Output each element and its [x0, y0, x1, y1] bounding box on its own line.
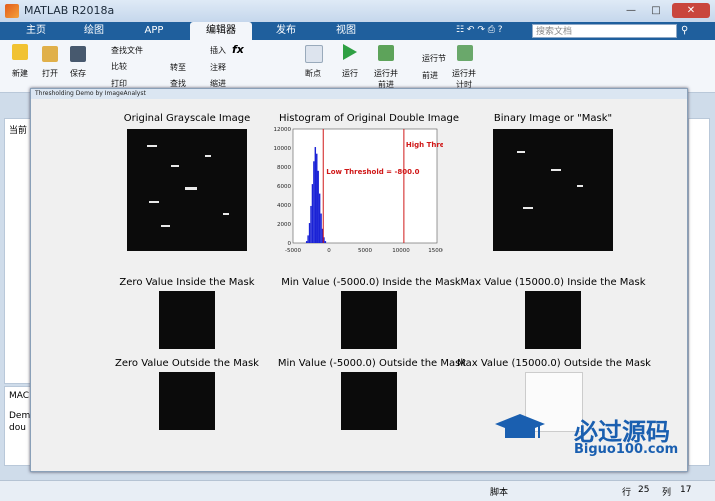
y-tick-label: 2000 [277, 222, 291, 228]
right-side-panel [688, 118, 710, 466]
low-threshold-label: Low Threshold = -800.0 [326, 168, 419, 176]
y-tick-label: 8000 [277, 165, 291, 171]
hist-bar [307, 235, 309, 243]
zero-outside-mask-image [159, 372, 215, 430]
matlab-logo-icon [5, 4, 19, 18]
hist-bar [320, 213, 322, 243]
min-out-title: Min Value (-5000.0) Outside the Mask [277, 358, 467, 369]
x-tick-label: 0 [327, 248, 331, 254]
histogram-chart: -500005000100001500002000400060008000100… [274, 127, 444, 254]
max-inside-mask-image [525, 291, 581, 349]
y-tick-label: 4000 [277, 203, 291, 209]
min-outside-mask-image [341, 372, 397, 430]
window-titlebar: MATLAB R2018a — □ ✕ [0, 0, 715, 23]
hist-bar [310, 205, 312, 243]
original-grayscale-image [127, 129, 247, 251]
save-button[interactable]: 保存 [70, 68, 86, 79]
find-files-button[interactable]: 查找文件 [111, 45, 143, 56]
run-advance-button[interactable]: 运行并 前进 [374, 68, 398, 90]
status-mode: 脚本 [490, 488, 509, 498]
status-bar: 脚本 行 25 列 17 [0, 480, 715, 501]
tab-apps[interactable]: APP [130, 22, 178, 40]
zero-out-title: Zero Value Outside the Mask [115, 358, 259, 369]
hist-bar [318, 193, 321, 243]
hist-bar [305, 241, 308, 243]
new-button[interactable]: 新建 [12, 68, 28, 79]
run-advance-icon [378, 45, 394, 61]
search-icon[interactable]: ⚲ [681, 25, 693, 37]
max-in-title: Max Value (15000.0) Inside the Mask [460, 277, 646, 288]
tab-home[interactable]: 主页 [12, 22, 60, 40]
save-icon [70, 46, 86, 62]
window-title: MATLAB R2018a [24, 4, 115, 17]
x-tick-label: -5000 [285, 248, 301, 254]
tab-publish[interactable]: 发布 [260, 22, 312, 40]
y-tick-label: 12000 [274, 127, 292, 133]
x-tick-label: 15000 [428, 248, 443, 254]
run-time-icon [457, 45, 473, 61]
y-tick-label: 10000 [274, 146, 292, 152]
quick-access-toolbar: ☷ ↶ ↷ ⎙ ? [456, 25, 503, 35]
goto-button[interactable]: 转至 [170, 62, 186, 73]
min-in-title: Min Value (-5000.0) Inside the Mask [281, 277, 461, 288]
row-value: 25 [638, 485, 650, 495]
hist-bar [311, 184, 314, 243]
hist-bar [324, 241, 327, 243]
orig-title: Original Grayscale Image [123, 113, 251, 124]
details-text-1: Dem [9, 411, 31, 421]
breakpoint-button[interactable]: 断点 [305, 68, 321, 79]
x-tick-label: 10000 [392, 248, 410, 254]
ribbon-tabs: 主页 绘图 APP 编辑器 发布 视图 ☷ ↶ ↷ ⎙ ? 搜索文档 ⚲ [0, 22, 715, 40]
binary-title: Binary Image or "Mask" [493, 113, 613, 124]
high-threshold-label: High Threshold = 1040 [406, 141, 443, 149]
details-text-2: dou [9, 423, 26, 433]
breakpoint-icon [305, 45, 323, 63]
y-tick-label: 0 [288, 241, 292, 247]
open-folder-icon [42, 46, 58, 62]
details-title: MAC [9, 391, 30, 401]
current-folder-label: 当前 [9, 126, 28, 136]
col-label: 列 [662, 488, 672, 498]
advance-button[interactable]: 前进 [422, 70, 438, 81]
min-inside-mask-image [341, 291, 397, 349]
zero-inside-mask-image [159, 291, 215, 349]
hist-bar [308, 223, 311, 243]
figure-title: Thresholding Demo by ImageAnalyst [31, 89, 687, 99]
fx-icon[interactable]: fx [232, 43, 244, 56]
run-icon [343, 44, 357, 60]
editor-toolstrip: 新建 打开 保存 查找文件 比较 打印 转至 查找 插入 fx 注释 缩进 断点… [0, 40, 715, 93]
hist-bar [313, 161, 315, 243]
col-value: 17 [680, 485, 692, 495]
tab-editor[interactable]: 编辑器 [190, 22, 252, 40]
x-tick-label: 5000 [358, 248, 372, 254]
max-out-title: Max Value (15000.0) Outside the Mask [457, 358, 651, 369]
run-time-button[interactable]: 运行并 计时 [452, 68, 476, 90]
minimize-button[interactable]: — [620, 3, 642, 18]
hist-title: Histogram of Original Double Image [278, 113, 460, 124]
y-tick-label: 6000 [277, 184, 291, 190]
compare-button[interactable]: 比较 [111, 61, 127, 72]
tab-plots[interactable]: 绘图 [70, 22, 118, 40]
search-input[interactable]: 搜索文档 [532, 24, 677, 38]
comment-button[interactable]: 注释 [210, 62, 226, 73]
new-icon [12, 44, 28, 60]
insert-button[interactable]: 插入 [210, 45, 226, 56]
hist-bar [317, 170, 319, 243]
tab-view[interactable]: 视图 [320, 22, 372, 40]
zero-in-title: Zero Value Inside the Mask [119, 277, 255, 288]
close-button[interactable]: ✕ [672, 3, 710, 18]
hist-bar [316, 153, 318, 243]
graduation-cap-logo-icon [495, 412, 545, 442]
run-button[interactable]: 运行 [342, 68, 358, 79]
open-button[interactable]: 打开 [42, 68, 58, 79]
binary-mask-image [493, 129, 613, 251]
row-label: 行 [622, 488, 632, 498]
maximize-button[interactable]: □ [645, 3, 667, 18]
watermark-url: Biguo100.com [574, 442, 679, 457]
run-section-button[interactable]: 运行节 [422, 53, 446, 64]
hist-bar [314, 147, 317, 243]
